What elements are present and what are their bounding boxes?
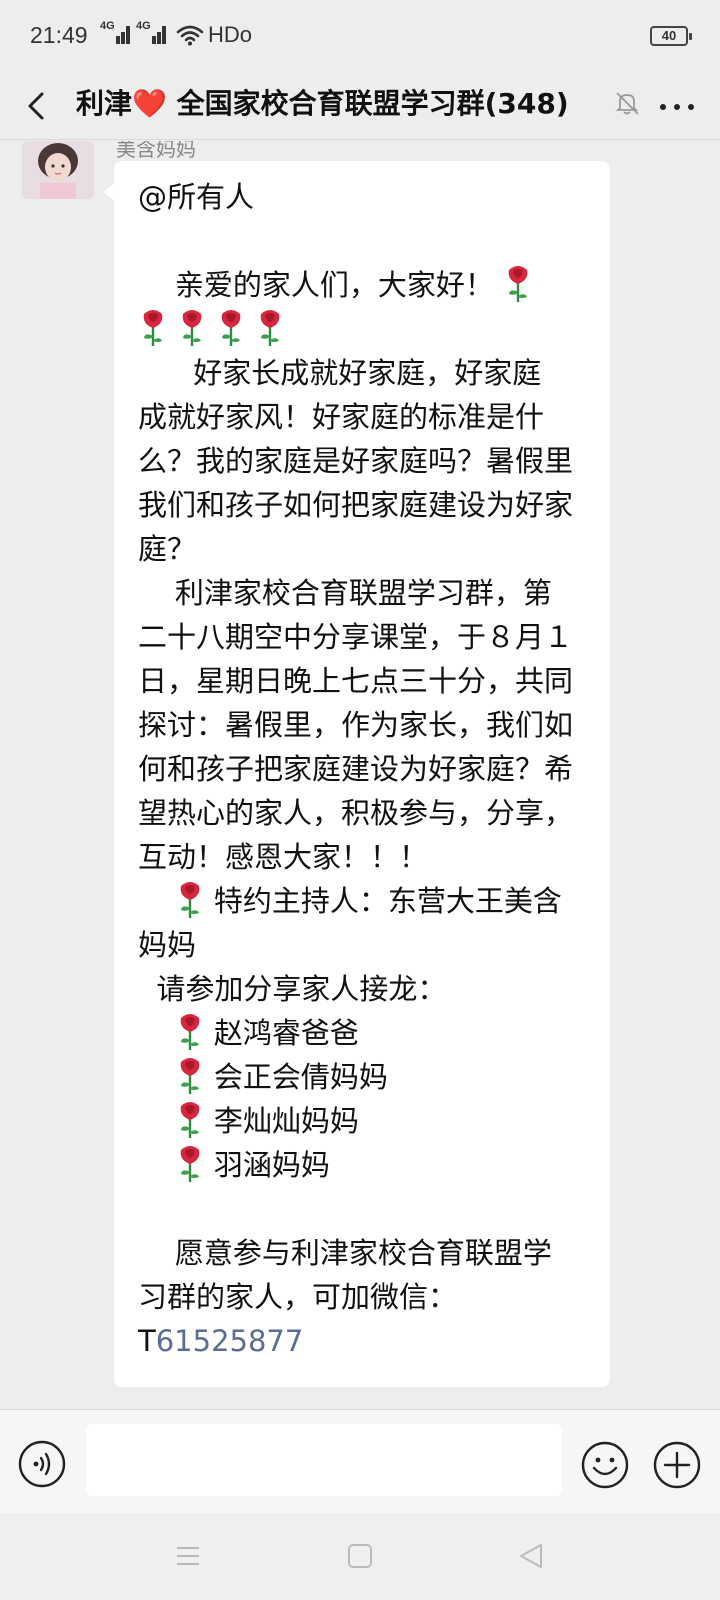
rose-icon xyxy=(260,310,280,346)
rose-icon xyxy=(180,1146,200,1182)
message-line: 我们和孩子如何把家庭建设为好家 xyxy=(138,488,574,522)
wechat-prefix: T xyxy=(138,1324,156,1358)
network-type-label: 4G xyxy=(100,20,115,32)
more-button[interactable] xyxy=(652,86,702,126)
message-line: 好家长成就好家庭，好家庭 xyxy=(138,356,542,390)
rose-icon xyxy=(180,882,200,918)
menu-icon[interactable] xyxy=(171,1539,205,1573)
message-line: 探讨：暑假里，作为家长，我们如 xyxy=(138,708,574,742)
network-type-label: 4G xyxy=(136,20,151,32)
heart-icon: ❤️ xyxy=(132,87,167,120)
signal-icon: 4G xyxy=(100,20,130,48)
message-line: 庭？ xyxy=(138,532,197,566)
message-list[interactable]: 美含妈妈 @所有人 亲爱的家人们，大家好！ 好家长成就好家庭，好家庭 成就好家风！… xyxy=(0,141,720,1409)
rose-icon xyxy=(508,266,528,302)
emoji-icon[interactable] xyxy=(580,1440,630,1490)
message-line: 特约主持人：东营大王美含 xyxy=(138,879,586,923)
message-line: 利津家校合育联盟学习群，第 xyxy=(138,576,552,610)
more-dots-icon xyxy=(660,104,666,110)
message-line: 亲爱的家人们，大家好！ xyxy=(138,263,586,307)
message-line: 妈妈 xyxy=(138,928,197,962)
message-line: 日，星期日晚上七点三十分，共同 xyxy=(138,664,574,698)
message-line xyxy=(138,1187,586,1231)
rose-icon xyxy=(180,1014,200,1050)
chat-title-main: 全国家校合育联盟学习群(348) xyxy=(166,87,569,120)
bell-off-icon xyxy=(615,92,639,115)
back-triangle-icon[interactable] xyxy=(514,1539,548,1573)
chat-header: 利津❤️ 全国家校合育联盟学习群(348) xyxy=(0,72,720,140)
message-line: 么？我的家庭是好家庭吗？暑假里 xyxy=(138,444,574,478)
message-line: 羽涵妈妈 xyxy=(138,1143,586,1187)
chevron-left-icon[interactable] xyxy=(18,86,58,126)
message-line xyxy=(138,219,586,263)
rose-icon xyxy=(180,1058,200,1094)
message-line: 会正会倩妈妈 xyxy=(138,1055,586,1099)
message-line: 请参加分享家人接龙： xyxy=(138,972,447,1006)
input-bar xyxy=(0,1409,720,1513)
message-line: 李灿灿妈妈 xyxy=(138,1099,586,1143)
wechat-id-link[interactable]: 61525877 xyxy=(156,1324,304,1358)
message-line xyxy=(138,307,586,351)
message-line: 二十八期空中分享课堂，于８月１ xyxy=(138,620,574,654)
voice-icon[interactable] xyxy=(18,1440,66,1488)
message-line: 习群的家人，可加微信： xyxy=(138,1280,458,1314)
system-nav-bar xyxy=(0,1513,720,1600)
message-bubble[interactable]: @所有人 亲爱的家人们，大家好！ 好家长成就好家庭，好家庭 成就好家风！好家庭的标… xyxy=(104,161,610,1387)
sender-name: 美含妈妈 xyxy=(116,141,196,161)
battery-icon: 40 xyxy=(650,26,692,46)
plus-circle-icon[interactable] xyxy=(652,1440,702,1490)
home-square-icon[interactable] xyxy=(343,1539,377,1573)
message-input[interactable] xyxy=(86,1424,562,1496)
chat-title-prefix: 利津 xyxy=(76,87,133,120)
hd-label: HDo xyxy=(208,22,253,47)
rose-icon xyxy=(221,310,241,346)
rose-icon xyxy=(182,310,202,346)
rose-icon xyxy=(143,310,163,346)
rose-icon xyxy=(180,1102,200,1138)
status-time: 21:49 xyxy=(30,22,88,48)
message-line: @所有人 xyxy=(138,180,255,214)
wifi-icon xyxy=(176,25,204,46)
status-bar: 21:49 4G 4G HDo 40 xyxy=(0,0,720,72)
message-text: @所有人 亲爱的家人们，大家好！ 好家长成就好家庭，好家庭 成就好家风！好家庭的标… xyxy=(138,175,586,1319)
message-line: 望热心的家人，积极参与，分享， xyxy=(138,796,574,830)
chat-title: 利津❤️ 全国家校合育联盟学习群(348) xyxy=(76,82,569,122)
message-line: 赵鸿睿爸爸 xyxy=(138,1011,586,1055)
avatar[interactable] xyxy=(22,141,94,199)
message-line: 愿意参与利津家校合育联盟学 xyxy=(138,1236,552,1270)
wechat-line: T61525877 xyxy=(138,1319,586,1363)
message-line: 互动！感恩大家！！！ xyxy=(138,840,429,874)
message-line: 成就好家风！好家庭的标准是什 xyxy=(138,400,545,434)
message-line: 何和孩子把家庭建设为好家庭？希 xyxy=(138,752,574,786)
signal-icon: 4G xyxy=(136,20,166,48)
